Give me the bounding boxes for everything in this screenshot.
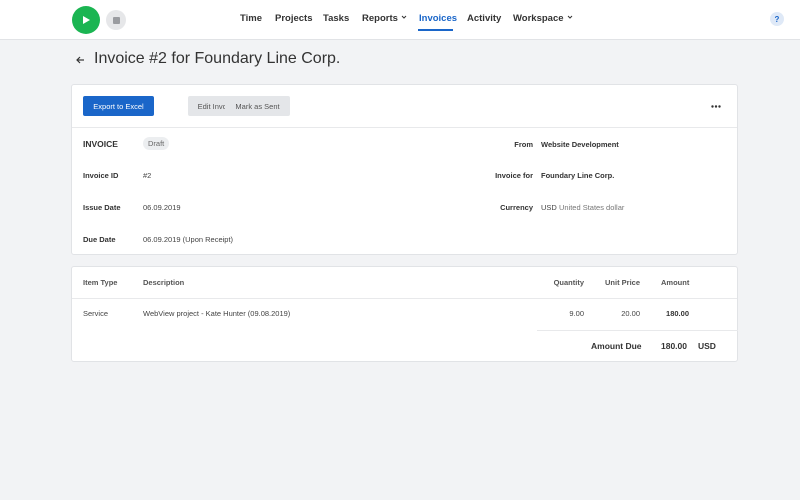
invoice-id-label: Invoice ID [83, 171, 119, 180]
issue-date-label: Issue Date [83, 203, 121, 212]
nav-item-activity[interactable]: Activity [467, 13, 501, 29]
nav-item-label: Projects [275, 13, 313, 24]
amount-cell: 180.00 [666, 309, 689, 318]
column-header-unit-price: Unit Price [604, 278, 640, 287]
from-value: Website Development [541, 140, 619, 149]
unit-price-cell: 20.00 [621, 309, 640, 318]
mark-as-sent-button[interactable]: Mark as Sent [225, 96, 290, 116]
nav-item-reports[interactable]: Reports [362, 13, 407, 29]
help-button[interactable]: ? [770, 12, 784, 26]
item-type-cell: Service [83, 309, 109, 318]
header-divider [72, 298, 737, 299]
nav-item-projects[interactable]: Projects [275, 13, 313, 29]
amount-due-currency: USD [698, 341, 716, 351]
nav-item-label: Time [240, 13, 263, 24]
issue-date-value: 06.09.2019 [143, 203, 181, 212]
page-title: Invoice #2 for Foundary Line Corp. [94, 50, 341, 67]
invoice-heading: INVOICE [83, 139, 118, 149]
export-to-excel-button[interactable]: Export to Excel [83, 96, 154, 116]
more-options-button[interactable] [707, 100, 725, 112]
nav-item-label: Workspace [513, 13, 564, 24]
currency-code: USD [541, 203, 557, 212]
column-header-item-type: Item Type [83, 278, 118, 287]
invoice-details-card: Export to Excel Edit Invoice Mark as Sen… [71, 84, 738, 255]
invoice-toolbar: Export to Excel Edit Invoice Mark as Sen… [72, 85, 737, 128]
back-button[interactable] [76, 53, 88, 67]
more-horizontal-icon [711, 104, 721, 108]
nav-item-label: Activity [467, 13, 502, 24]
active-tab-indicator [418, 29, 453, 31]
status-badge: Draft [143, 137, 170, 150]
top-bar: Time Projects Tasks Reports Invoices Act… [0, 0, 800, 40]
invoice-for-value: Foundary Line Corp. [541, 171, 615, 180]
due-date-label: Due Date [83, 235, 116, 244]
chevron-down-icon [567, 15, 572, 19]
column-header-quantity: Quantity [553, 278, 584, 287]
arrow-left-icon [76, 56, 84, 64]
nav-item-tasks[interactable]: Tasks [323, 13, 349, 29]
due-date-value: 06.09.2019 (Upon Receipt) [143, 235, 234, 244]
amount-due-label: Amount Due [591, 341, 642, 351]
total-divider [537, 330, 738, 331]
status-badge-label: Draft [148, 139, 165, 148]
line-items-card: Item Type Description Quantity Unit Pric… [71, 266, 738, 362]
nav-item-label: Reports [362, 13, 398, 24]
quantity-cell: 9.00 [569, 309, 584, 318]
column-header-amount: Amount [661, 278, 690, 287]
description-cell: WebView project - Kate Hunter (09.08.201… [143, 309, 291, 318]
amount-due-value: 180.00 [661, 341, 687, 351]
chevron-down-icon [401, 15, 407, 19]
currency-value: USD United States dollar [541, 203, 624, 212]
invoice-for-label: Invoice for [495, 171, 533, 180]
nav-item-label: Invoices [419, 13, 458, 24]
currency-name: United States dollar [558, 203, 625, 212]
help-icon: ? [774, 14, 780, 24]
nav-item-invoices[interactable]: Invoices [419, 13, 457, 29]
nav-item-label: Tasks [323, 13, 350, 24]
invoice-id-value: #2 [143, 171, 152, 180]
from-label: From [514, 140, 533, 149]
main-nav: Time Projects Tasks Reports Invoices Act… [0, 0, 800, 40]
column-header-description: Description [143, 278, 185, 287]
currency-label: Currency [500, 203, 533, 212]
nav-item-time[interactable]: Time [240, 13, 262, 29]
nav-item-workspace[interactable]: Workspace [513, 13, 573, 29]
